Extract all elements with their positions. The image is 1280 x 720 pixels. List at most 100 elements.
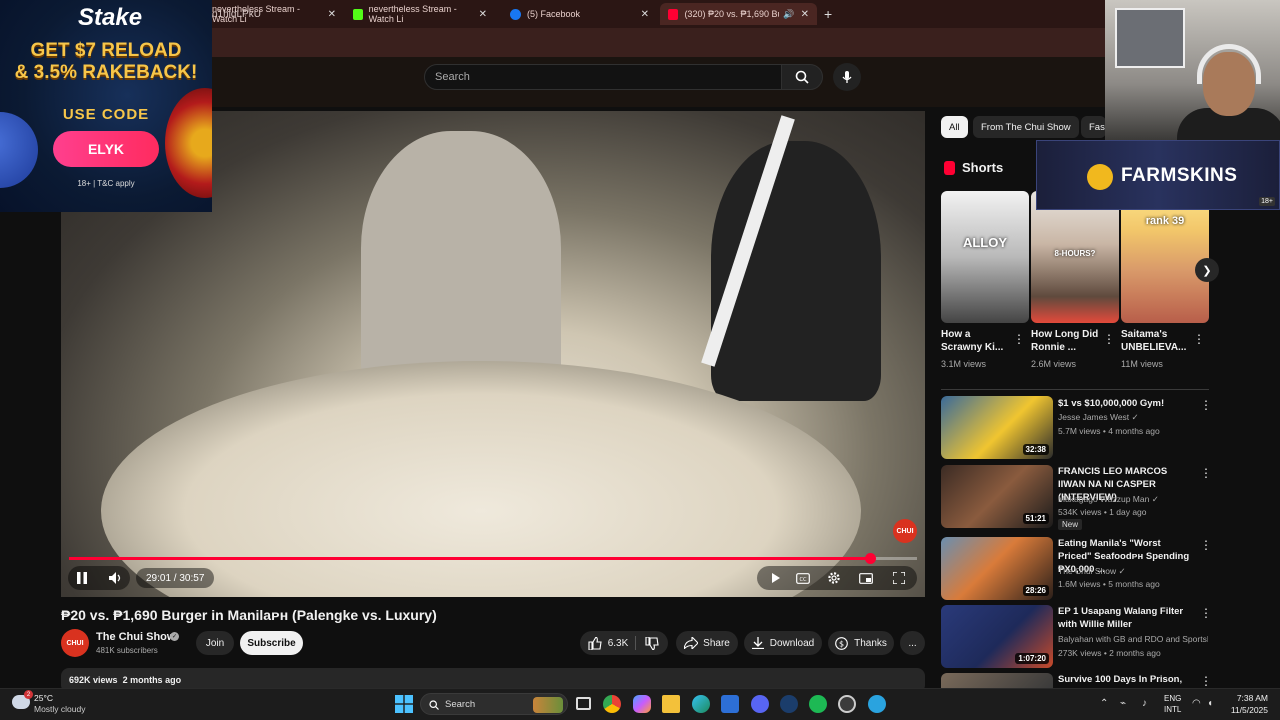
recommendation-channel[interactable]: Jesse James West ✓ <box>1058 412 1139 423</box>
copilot-icon[interactable] <box>633 695 651 713</box>
microsoft-store-icon[interactable] <box>721 695 739 713</box>
ad-decoration-ball <box>0 112 38 188</box>
task-view-icon[interactable] <box>576 697 591 710</box>
close-tab-icon[interactable]: ✕ <box>479 9 487 20</box>
input-layout[interactable]: INTL <box>1164 705 1181 714</box>
short-title[interactable]: Saitama's UNBELIEVA... <box>1121 328 1193 354</box>
age-rating-badge: 18+ <box>1259 197 1275 206</box>
chip-from-channel[interactable]: From The Chui Show <box>973 116 1079 138</box>
discord-icon[interactable] <box>751 695 769 713</box>
captions-button[interactable]: CC <box>794 570 812 586</box>
chevron-up-icon[interactable]: ⌃ <box>1100 698 1108 709</box>
speaker-icon[interactable]: ◖ <box>1207 698 1213 709</box>
recommendation-thumbnail[interactable] <box>941 673 1053 688</box>
search-input[interactable]: Search <box>424 64 782 90</box>
search-button[interactable] <box>781 64 823 90</box>
edge-icon[interactable] <box>692 695 710 713</box>
clock-date[interactable]: 11/5/2025 <box>1218 705 1268 715</box>
search-icon <box>795 70 809 84</box>
short-title[interactable]: How a Scrawny Ki... <box>941 328 1013 354</box>
recommendation-menu-button[interactable]: ⋮ <box>1200 606 1212 620</box>
microphone-icon[interactable]: ♪ <box>1142 698 1147 709</box>
steam-icon[interactable] <box>780 695 798 713</box>
fullscreen-button[interactable] <box>890 570 908 586</box>
recommendation-thumbnail[interactable]: 1:07:20 <box>941 605 1053 668</box>
input-language[interactable]: ENG <box>1164 694 1181 703</box>
telegram-icon[interactable] <box>868 695 886 713</box>
thanks-button[interactable]: $ Thanks <box>828 631 894 655</box>
channel-name[interactable]: The Chui Show <box>96 631 175 643</box>
stake-promo-code-button[interactable]: ELYK <box>53 131 159 167</box>
close-tab-icon[interactable]: ✕ <box>328 9 336 20</box>
short-title[interactable]: How Long Did Ronnie ... <box>1031 328 1103 354</box>
recommendation-title[interactable]: EP 1 Usapang Walang Filter with Willie M… <box>1058 605 1196 631</box>
recommendation-title[interactable]: $1 vs $10,000,000 Gym! <box>1058 397 1196 410</box>
spotify-icon[interactable] <box>809 695 827 713</box>
speaker-icon[interactable]: 🔊 <box>783 9 794 20</box>
search-icon <box>429 700 439 710</box>
autoplay-toggle[interactable] <box>766 570 784 586</box>
close-tab-icon[interactable]: ✕ <box>801 9 809 20</box>
voice-search-button[interactable] <box>833 63 861 91</box>
recommendation-menu-button[interactable]: ⋮ <box>1200 398 1212 412</box>
windows-logo-icon <box>395 695 413 713</box>
farmskins-ad-banner[interactable]: FARMSKINS 18+ <box>1036 140 1280 210</box>
short-menu-button[interactable]: ⋮ <box>1193 332 1205 346</box>
short-menu-button[interactable]: ⋮ <box>1103 332 1115 346</box>
share-icon <box>684 637 699 649</box>
recommendation-channel[interactable]: The Chui Show ✓ <box>1058 566 1126 577</box>
short-thumbnail[interactable]: rank 39 <box>1121 191 1209 323</box>
recommendation-menu-button[interactable]: ⋮ <box>1200 538 1212 552</box>
browser-tab[interactable]: (5) Facebook ✕ <box>502 3 657 25</box>
url-text[interactable]: o1hldLPkU <box>212 9 261 20</box>
recommendation-thumbnail[interactable]: 51:21 <box>941 465 1053 528</box>
video-progress-bar[interactable] <box>69 553 917 564</box>
weather-temperature[interactable]: 25°C <box>34 693 53 703</box>
file-explorer-icon[interactable] <box>662 695 680 713</box>
join-button[interactable]: Join <box>196 631 234 655</box>
recommendation-channel[interactable]: Makagago Wazzup Man ✓ <box>1058 494 1159 505</box>
recommendation-thumbnail[interactable]: 32:38 <box>941 396 1053 459</box>
shorts-next-button[interactable]: ❯ <box>1195 258 1219 282</box>
weather-description[interactable]: Mostly cloudy <box>34 704 86 714</box>
headset-icon <box>1197 44 1261 84</box>
dislike-button[interactable] <box>638 631 666 655</box>
thumbs-up-icon <box>588 636 602 650</box>
taskbar-search[interactable]: Search <box>420 693 568 715</box>
channel-avatar[interactable]: CHUI <box>61 629 89 657</box>
recommendation-menu-button[interactable]: ⋮ <box>1200 674 1212 688</box>
short-menu-button[interactable]: ⋮ <box>1013 332 1025 346</box>
browser-tab-active[interactable]: (320) ₱20 vs. ₱1,690 Burge 🔊 ✕ <box>660 3 817 25</box>
stake-ad-overlay[interactable]: Stake GET $7 RELOAD & 3.5% RAKEBACK! USE… <box>0 0 212 212</box>
verified-check-icon: ✓ <box>1151 494 1159 504</box>
recommendation-thumbnail[interactable]: 28:26 <box>941 537 1053 600</box>
short-thumbnail[interactable]: ALLOY <box>941 191 1029 323</box>
miniplayer-button[interactable] <box>857 570 875 586</box>
like-button[interactable]: 6.3K <box>582 631 634 655</box>
download-button[interactable]: Download <box>744 631 822 655</box>
chip-all[interactable]: All <box>941 116 968 138</box>
short-thumbnail[interactable]: 8-HOURS? <box>1031 191 1119 323</box>
divider <box>941 389 1209 390</box>
clock-time[interactable]: 7:38 AM <box>1228 693 1268 703</box>
network-icon[interactable]: ⌁ <box>1120 698 1126 709</box>
share-button[interactable]: Share <box>676 631 738 655</box>
volume-button[interactable] <box>106 568 126 588</box>
obs-icon[interactable] <box>838 695 856 713</box>
subscriber-count: 481K subscribers <box>96 646 158 655</box>
wifi-icon[interactable]: ◠ <box>1192 698 1201 709</box>
pause-button[interactable] <box>72 568 92 588</box>
thumbs-down-icon <box>645 636 659 650</box>
more-actions-button[interactable]: ... <box>900 631 925 655</box>
webcam-overlay <box>1105 0 1280 140</box>
close-tab-icon[interactable]: ✕ <box>641 9 649 20</box>
recommendation-menu-button[interactable]: ⋮ <box>1200 466 1212 480</box>
settings-button[interactable] <box>825 569 843 587</box>
chrome-icon[interactable] <box>603 695 621 713</box>
chip-fast[interactable]: Fast <box>1081 116 1106 138</box>
subscribe-button[interactable]: Subscribe <box>240 631 303 655</box>
start-button[interactable] <box>395 695 413 713</box>
new-tab-button[interactable]: + <box>824 6 832 22</box>
recommendation-channel[interactable]: Balyahan with GB and RDO and SportsPl... <box>1058 634 1208 644</box>
browser-tab[interactable]: nevertheless Stream - Watch Li ✕ <box>345 3 495 25</box>
